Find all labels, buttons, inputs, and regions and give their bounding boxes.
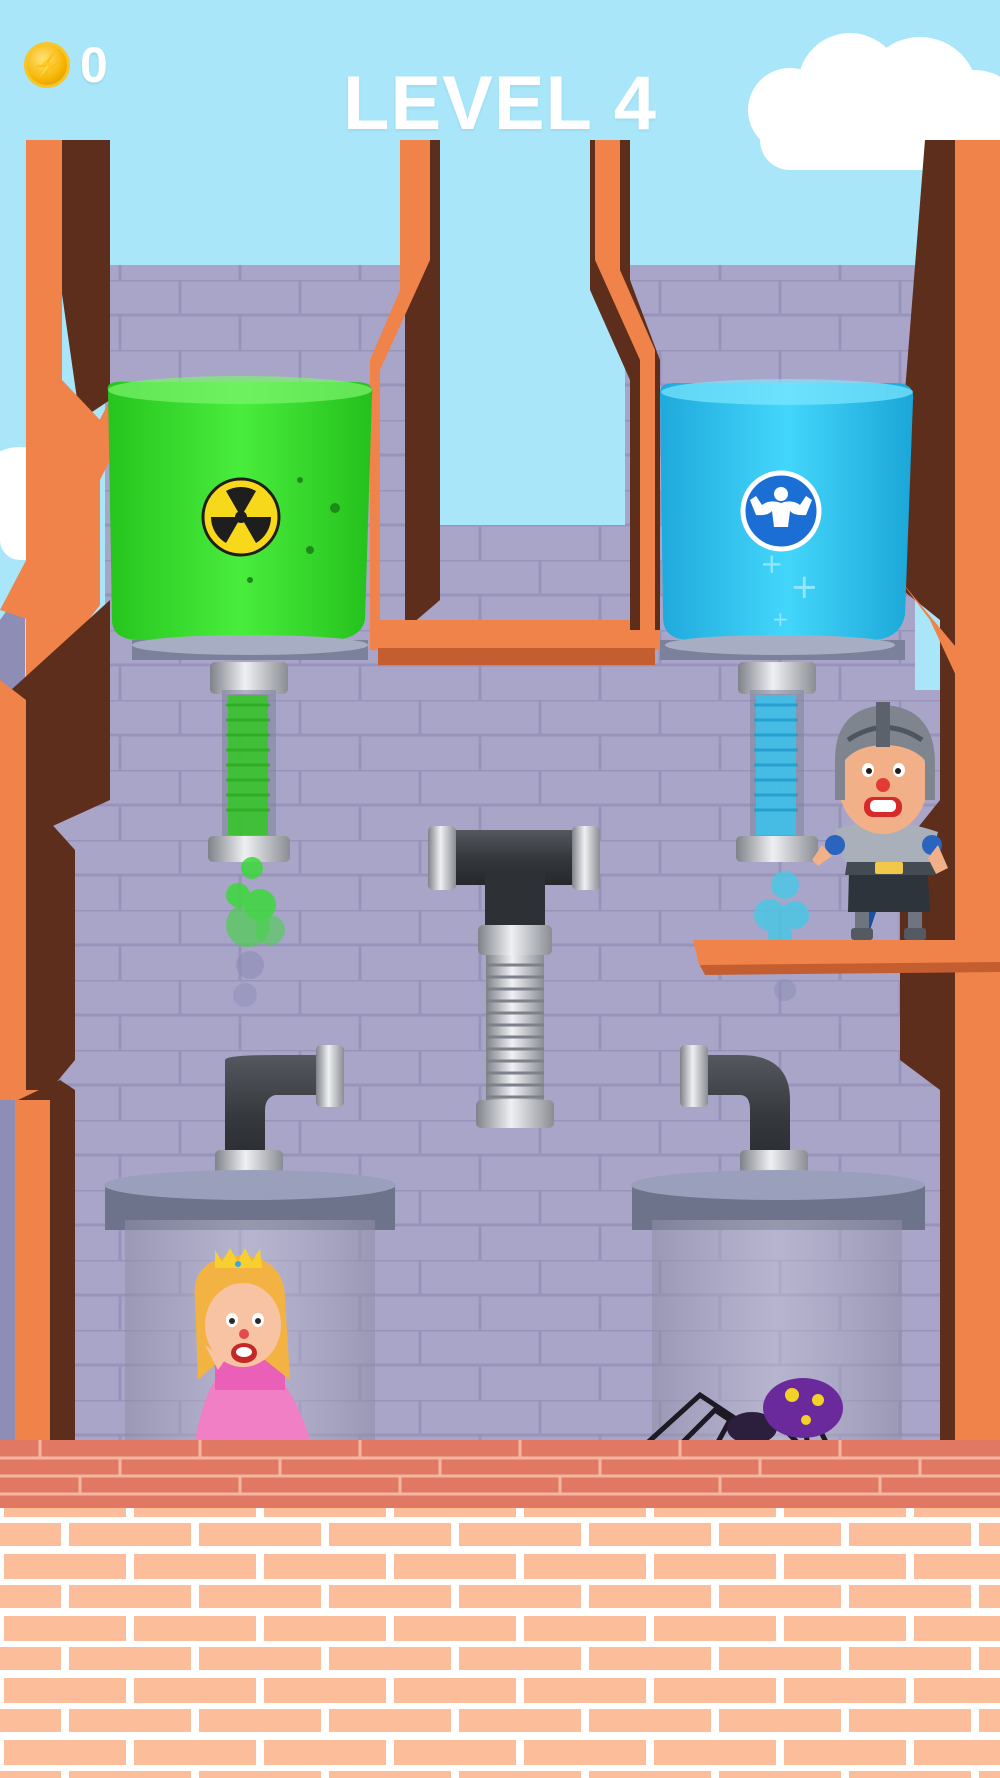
level-title: LEVEL 4 — [343, 61, 657, 146]
radiation-icon — [201, 477, 281, 557]
svg-text:+: + — [760, 547, 783, 580]
svg-text:+: + — [772, 607, 789, 631]
muscle-icon — [740, 470, 822, 552]
game-stage: + + + ⚡ 0 LEVEL 4 — [0, 0, 1000, 1778]
svg-text:+: + — [790, 567, 819, 607]
game-scene: + + + — [0, 33, 1000, 1778]
hero-ledge — [693, 940, 1000, 975]
brick-floor — [0, 1440, 1000, 1778]
spider-capsule — [631, 1170, 925, 1480]
